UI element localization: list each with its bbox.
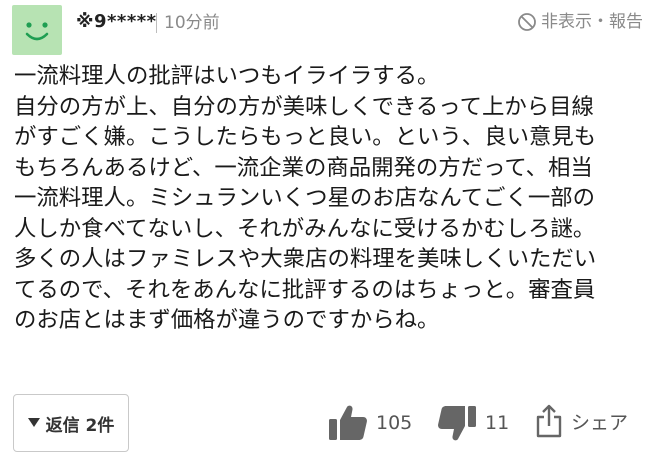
avatar[interactable] [12, 5, 62, 55]
share-button[interactable]: シェア [535, 404, 628, 438]
comment-line: がすごく嫌。こうしたらもっと良い。という、良い意見も [14, 124, 597, 150]
hide-report-label: 非表示・報告 [541, 12, 643, 32]
comment-line: 自分の方が上、自分の方が美味しくできるって上から目線 [14, 93, 594, 120]
comment-line: 多くの人はファミレスや大衆店の料理を美味しくいただい [14, 246, 597, 272]
prohibit-icon [518, 13, 536, 31]
comment-line: もちろんあるけど、一流企業の商品開発の方だって、相当 [14, 154, 593, 181]
smiley-face-icon [25, 22, 49, 41]
comment-body: 一流料理人の批評はいつもイライラする。 自分の方が上、自分の方が美味しくできるっ… [14, 61, 644, 336]
hide-report-button[interactable]: 非表示・報告 [517, 9, 643, 35]
dislike-count: 11 [485, 412, 510, 434]
user-name[interactable]: ※9***** [76, 9, 157, 35]
like-count: 105 [376, 412, 413, 434]
thumbs-up-icon [329, 405, 367, 440]
thumbs-down-icon [438, 406, 476, 441]
comment-line: 一流料理人。ミシュランいくつ星のお店なんてごく一部の [14, 185, 596, 211]
comment-line: 一流料理人の批評はいつもイライラする。 [14, 63, 440, 89]
reply-label: 返信 2件 [45, 415, 115, 436]
comment-line: 人しか食べてないし、それがみんなに受けるかむしろ謎。 [14, 215, 596, 242]
reply-button[interactable]: 返信 2件 [13, 394, 129, 452]
meta-divider [156, 13, 157, 33]
dislike-button[interactable]: 11 [437, 404, 509, 442]
share-label: シェア [571, 411, 629, 434]
comment-line: のお店とはまず価格が違うのですからね。 [14, 307, 440, 333]
share-icon [536, 404, 562, 438]
like-button[interactable]: 105 [328, 404, 412, 442]
post-time: 10分前 [164, 13, 220, 33]
triangle-down-icon [27, 418, 40, 427]
comment-line: てるので、それをあんなに批評するのはちょっと。審査員 [14, 276, 596, 303]
